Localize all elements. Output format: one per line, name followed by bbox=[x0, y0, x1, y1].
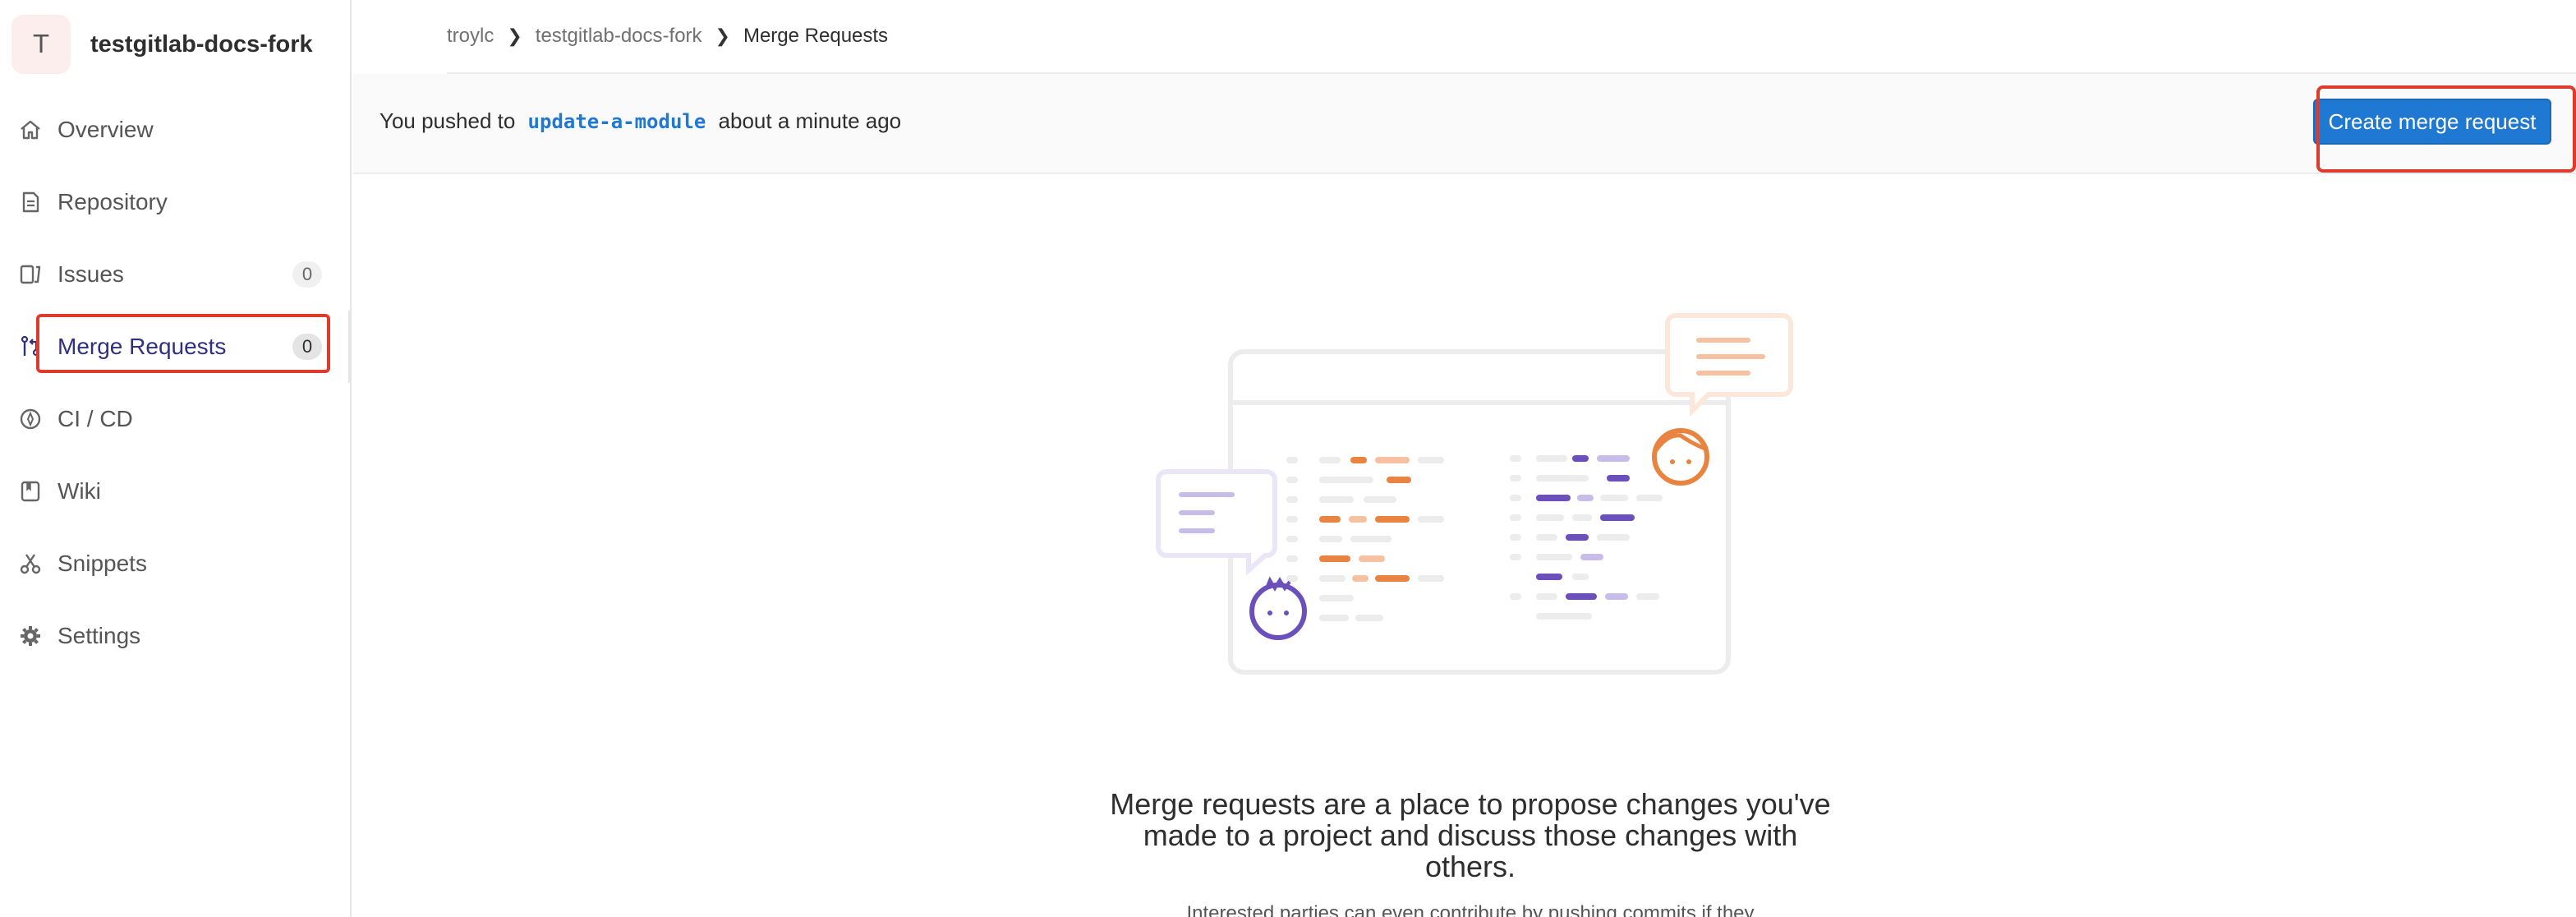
breadcrumb: troylc ❯ testgitlab-docs-fork ❯ Merge Re… bbox=[447, 18, 888, 54]
project-name[interactable]: testgitlab-docs-fork bbox=[90, 31, 313, 58]
sidebar-item-overview[interactable]: Overview bbox=[0, 94, 350, 166]
sidebar-item-label: Snippets bbox=[58, 551, 147, 576]
sidebar-item-snippets[interactable]: Snippets bbox=[0, 528, 350, 600]
sidebar-item-issues[interactable]: Issues 0 bbox=[0, 238, 350, 311]
sidebar: T testgitlab-docs-fork Overview Reposito… bbox=[0, 0, 352, 917]
sidebar-item-ci-cd[interactable]: CI / CD bbox=[0, 383, 350, 455]
merge-request-icon bbox=[18, 334, 43, 359]
sidebar-item-label: Overview bbox=[58, 117, 154, 142]
branch-name-link[interactable]: update-a-module bbox=[528, 110, 706, 133]
chevron-right-icon: ❯ bbox=[715, 25, 730, 46]
sidebar-item-label: Merge Requests bbox=[58, 334, 227, 359]
home-icon bbox=[18, 118, 43, 142]
document-icon bbox=[18, 190, 43, 214]
sidebar-item-merge-requests[interactable]: Merge Requests 0 bbox=[0, 311, 352, 383]
merge-requests-count-badge: 0 bbox=[292, 334, 322, 360]
empty-state-subtitle: Interested parties can even contribute b… bbox=[1186, 902, 1755, 917]
push-banner: You pushed to update-a-module about a mi… bbox=[353, 74, 2576, 174]
sidebar-item-settings[interactable]: Settings bbox=[0, 600, 350, 672]
breadcrumb-item-current[interactable]: Merge Requests bbox=[743, 25, 888, 48]
sidebar-item-wiki[interactable]: Wiki bbox=[0, 455, 350, 528]
push-prefix: You pushed to bbox=[380, 108, 516, 133]
push-time: about a minute ago bbox=[718, 108, 902, 133]
create-merge-request-button[interactable]: Create merge request bbox=[2313, 99, 2551, 145]
sidebar-item-label: CI / CD bbox=[58, 406, 133, 431]
chevron-right-icon: ❯ bbox=[507, 25, 522, 46]
breadcrumb-item-user[interactable]: troylc bbox=[447, 25, 494, 48]
rocket-icon bbox=[18, 407, 43, 431]
issues-count-badge: 0 bbox=[292, 261, 322, 288]
push-message: You pushed to update-a-module about a mi… bbox=[380, 108, 901, 134]
scissors-icon bbox=[18, 551, 43, 576]
project-header[interactable]: T testgitlab-docs-fork bbox=[0, 0, 350, 89]
sidebar-item-repository[interactable]: Repository bbox=[0, 166, 350, 238]
sidebar-item-label: Issues bbox=[58, 261, 124, 287]
sidebar-item-label: Wiki bbox=[58, 478, 101, 504]
merge-requests-empty-illustration bbox=[1156, 313, 1793, 675]
app-window: T testgitlab-docs-fork Overview Reposito… bbox=[0, 0, 2576, 917]
sidebar-item-label: Settings bbox=[58, 623, 141, 648]
sidebar-nav: Overview Repository Issues 0 Merge Reque… bbox=[0, 94, 352, 672]
gear-icon bbox=[18, 624, 43, 648]
breadcrumb-item-project[interactable]: testgitlab-docs-fork bbox=[536, 25, 702, 48]
issues-icon bbox=[18, 262, 43, 287]
sidebar-item-label: Repository bbox=[58, 189, 168, 214]
book-icon bbox=[18, 479, 43, 504]
empty-state-title: Merge requests are a place to propose ch… bbox=[1110, 787, 1831, 883]
project-avatar[interactable]: T bbox=[12, 15, 71, 74]
